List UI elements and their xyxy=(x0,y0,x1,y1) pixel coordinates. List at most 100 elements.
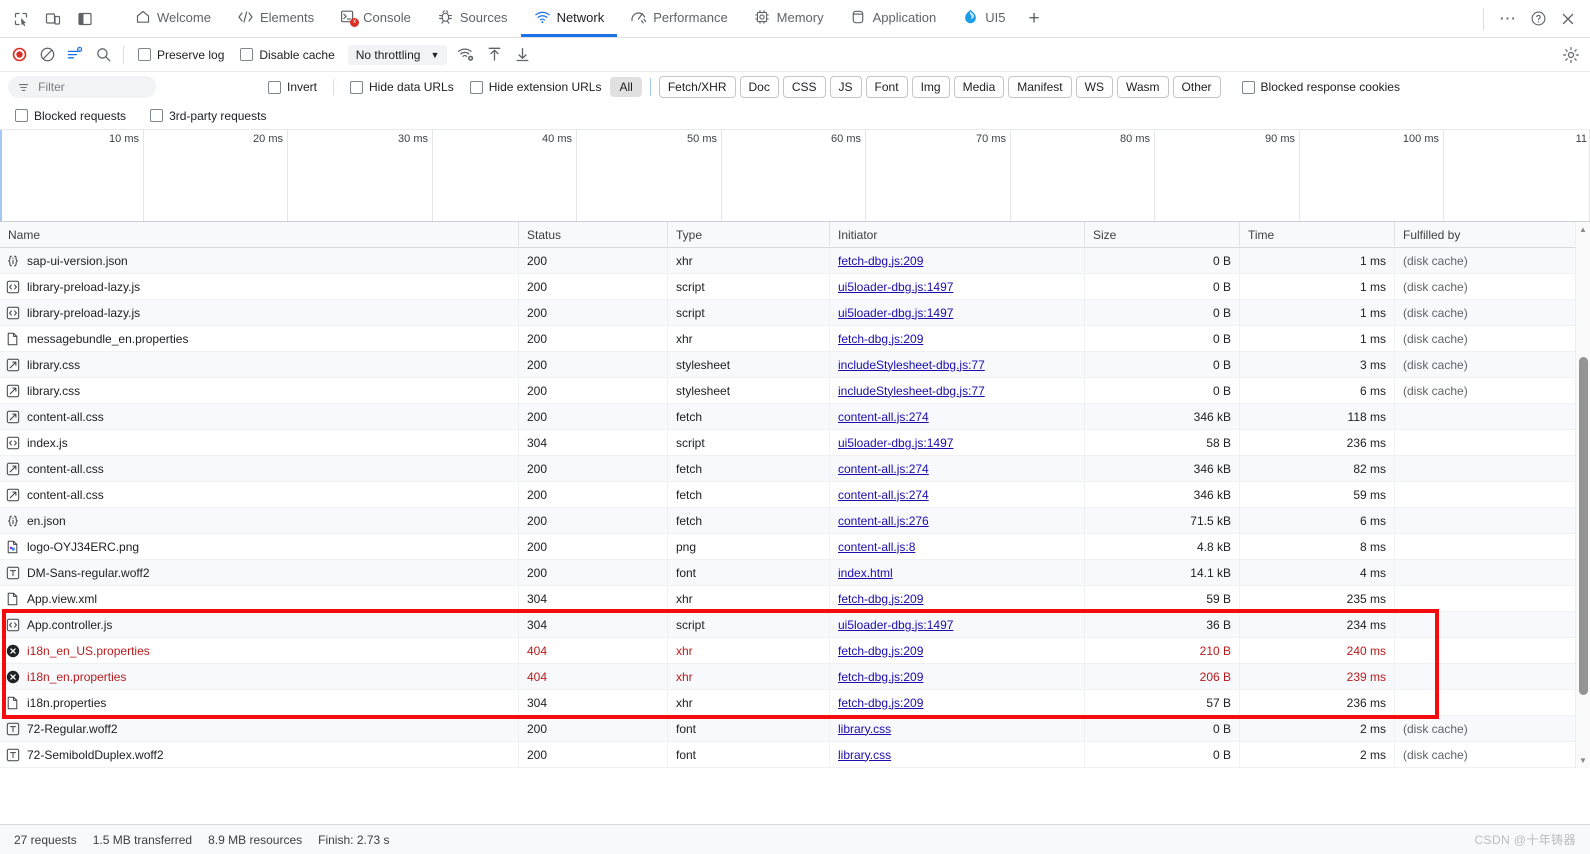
preserve-log-checkbox[interactable]: Preserve log xyxy=(131,42,231,68)
initiator-link[interactable]: fetch-dbg.js:209 xyxy=(838,254,923,268)
tab-network[interactable]: Network xyxy=(520,0,618,37)
initiator-link[interactable]: ui5loader-dbg.js:1497 xyxy=(838,280,953,294)
table-row[interactable]: index.js 304 script ui5loader-dbg.js:1497 58… xyxy=(0,429,1590,456)
add-panel-button[interactable]: + xyxy=(1018,0,1049,37)
export-har-icon[interactable] xyxy=(509,42,535,68)
type-filter-manifest[interactable]: Manifest xyxy=(1008,76,1072,98)
vertical-scrollbar[interactable]: ▲ ▼ xyxy=(1575,222,1590,768)
table-row[interactable]: library.css 200 stylesheet includeStyleshee… xyxy=(0,351,1590,378)
search-icon[interactable] xyxy=(90,42,116,68)
table-row[interactable]: App.controller.js 304 script ui5loader-dbg.… xyxy=(0,611,1590,638)
table-row[interactable]: i18n_en_US.properties 404 xhr fetch-dbg.js:… xyxy=(0,637,1590,664)
cell-initiator[interactable]: ui5loader-dbg.js:1497 xyxy=(830,611,1085,638)
tab-welcome[interactable]: Welcome xyxy=(121,0,224,37)
cell-initiator[interactable]: fetch-dbg.js:209 xyxy=(830,325,1085,352)
initiator-link[interactable]: includeStylesheet-dbg.js:77 xyxy=(838,384,985,398)
column-header-fulfilled-by[interactable]: Fulfilled by xyxy=(1395,222,1575,248)
table-row[interactable]: messagebundle_en.properties 200 xhr fetch-d… xyxy=(0,325,1590,352)
record-button[interactable] xyxy=(6,42,32,68)
table-row[interactable]: i18n_en.properties 404 xhr fetch-dbg.js:209… xyxy=(0,663,1590,690)
type-filter-doc[interactable]: Doc xyxy=(739,76,779,98)
table-row[interactable]: 72-Regular.woff2 200 font library.css 0 B2 m… xyxy=(0,715,1590,742)
scroll-down-arrow[interactable]: ▼ xyxy=(1576,753,1590,768)
initiator-link[interactable]: fetch-dbg.js:209 xyxy=(838,696,923,710)
initiator-link[interactable]: ui5loader-dbg.js:1497 xyxy=(838,618,953,632)
tab-application[interactable]: Application xyxy=(837,0,950,37)
cell-initiator[interactable]: fetch-dbg.js:209 xyxy=(830,585,1085,612)
type-filter-ws[interactable]: WS xyxy=(1075,76,1113,98)
type-filter-all[interactable]: All xyxy=(610,77,642,97)
initiator-link[interactable]: includeStylesheet-dbg.js:77 xyxy=(838,358,985,372)
scrollbar-thumb[interactable] xyxy=(1579,357,1588,696)
filter-toggle-button[interactable] xyxy=(62,41,88,68)
blocked-response-cookies-checkbox[interactable]: Blocked response cookies xyxy=(1235,74,1407,100)
table-row[interactable]: library-preload-lazy.js 200 script ui5loade… xyxy=(0,273,1590,300)
hide-extension-urls-checkbox[interactable]: Hide extension URLs xyxy=(463,74,609,100)
cell-initiator[interactable]: index.html xyxy=(830,559,1085,586)
initiator-link[interactable]: index.html xyxy=(838,566,893,580)
table-row[interactable]: logo-OYJ34ERC.png 200 png content-all.js:8 4… xyxy=(0,533,1590,560)
initiator-link[interactable]: fetch-dbg.js:209 xyxy=(838,670,923,684)
initiator-link[interactable]: fetch-dbg.js:209 xyxy=(838,644,923,658)
column-header-type[interactable]: Type xyxy=(668,221,830,248)
cell-initiator[interactable]: fetch-dbg.js:209 xyxy=(830,663,1085,690)
table-row[interactable]: en.json 200 fetch content-all.js:276 71.5 kB… xyxy=(0,507,1590,534)
device-toolbar-icon[interactable] xyxy=(40,6,66,32)
cell-initiator[interactable]: fetch-dbg.js:209 xyxy=(830,247,1085,274)
tab-elements[interactable]: Elements xyxy=(224,0,327,37)
tab-performance[interactable]: Performance xyxy=(617,0,740,37)
cell-initiator[interactable]: ui5loader-dbg.js:1497 xyxy=(830,273,1085,300)
initiator-link[interactable]: content-all.js:274 xyxy=(838,462,929,476)
table-row[interactable]: content-all.css 200 fetch content-all.js:27… xyxy=(0,481,1590,508)
initiator-link[interactable]: content-all.js:274 xyxy=(838,488,929,502)
column-header-time[interactable]: Time xyxy=(1240,221,1395,248)
inspect-element-icon[interactable] xyxy=(8,6,34,32)
more-options-icon[interactable]: ⋯ xyxy=(1494,5,1522,33)
network-conditions-icon[interactable] xyxy=(453,42,479,68)
initiator-link[interactable]: content-all.js:8 xyxy=(838,540,915,554)
tab-console[interactable]: x Console xyxy=(327,0,424,37)
cell-initiator[interactable]: content-all.js:8 xyxy=(830,533,1085,560)
tab-memory[interactable]: Memory xyxy=(741,0,837,37)
table-row[interactable]: 72-SemiboldDuplex.woff2 200 font library.cs… xyxy=(0,741,1590,768)
initiator-link[interactable]: library.css xyxy=(838,722,891,736)
type-filter-font[interactable]: Font xyxy=(865,76,908,98)
initiator-link[interactable]: fetch-dbg.js:209 xyxy=(838,332,923,346)
table-row[interactable]: library.css 200 stylesheet includeStyleshee… xyxy=(0,377,1590,404)
clear-button[interactable] xyxy=(34,42,60,68)
help-icon[interactable] xyxy=(1524,5,1552,33)
initiator-link[interactable]: content-all.js:274 xyxy=(838,410,929,424)
third-party-requests-checkbox[interactable]: 3rd-party requests xyxy=(143,103,273,129)
close-icon[interactable] xyxy=(1554,5,1582,33)
initiator-link[interactable]: fetch-dbg.js:209 xyxy=(838,592,923,606)
type-filter-other[interactable]: Other xyxy=(1172,76,1221,98)
initiator-link[interactable]: library.css xyxy=(838,748,891,762)
scroll-up-arrow[interactable]: ▲ xyxy=(1576,222,1590,237)
cell-initiator[interactable]: content-all.js:274 xyxy=(830,455,1085,482)
dock-side-icon[interactable] xyxy=(72,6,98,32)
network-timeline-overview[interactable]: 10 ms 20 ms 30 ms 40 ms 50 ms 60 ms 70 m… xyxy=(0,130,1590,222)
tab-ui5[interactable]: UI5 xyxy=(949,0,1018,37)
cell-initiator[interactable]: fetch-dbg.js:209 xyxy=(830,689,1085,716)
type-filter-img[interactable]: Img xyxy=(911,76,950,98)
cell-initiator[interactable]: content-all.js:276 xyxy=(830,507,1085,534)
blocked-requests-checkbox[interactable]: Blocked requests xyxy=(8,103,133,129)
column-header-name[interactable]: Name xyxy=(0,221,519,248)
gear-icon[interactable] xyxy=(1558,42,1584,68)
table-row[interactable]: sap-ui-version.json 200 xhr fetch-dbg.js:20… xyxy=(0,247,1590,274)
column-header-status[interactable]: Status xyxy=(519,221,668,248)
initiator-link[interactable]: ui5loader-dbg.js:1497 xyxy=(838,306,953,320)
type-filter-css[interactable]: CSS xyxy=(782,76,826,98)
tab-sources[interactable]: Sources xyxy=(424,0,521,37)
invert-checkbox[interactable]: Invert xyxy=(261,74,324,100)
disable-cache-checkbox[interactable]: Disable cache xyxy=(233,42,341,68)
cell-initiator[interactable]: fetch-dbg.js:209 xyxy=(830,637,1085,664)
type-filter-fetch-xhr[interactable]: Fetch/XHR xyxy=(658,76,736,98)
table-row[interactable]: i18n.properties 304 xhr fetch-dbg.js:209 57 … xyxy=(0,689,1590,716)
table-row[interactable]: content-all.css 200 fetch content-all.js:27… xyxy=(0,403,1590,430)
import-har-icon[interactable] xyxy=(481,42,507,68)
filter-input-wrapper[interactable] xyxy=(8,76,156,98)
type-filter-wasm[interactable]: Wasm xyxy=(1116,76,1169,98)
cell-initiator[interactable]: ui5loader-dbg.js:1497 xyxy=(830,299,1085,326)
filter-input[interactable] xyxy=(36,79,146,95)
